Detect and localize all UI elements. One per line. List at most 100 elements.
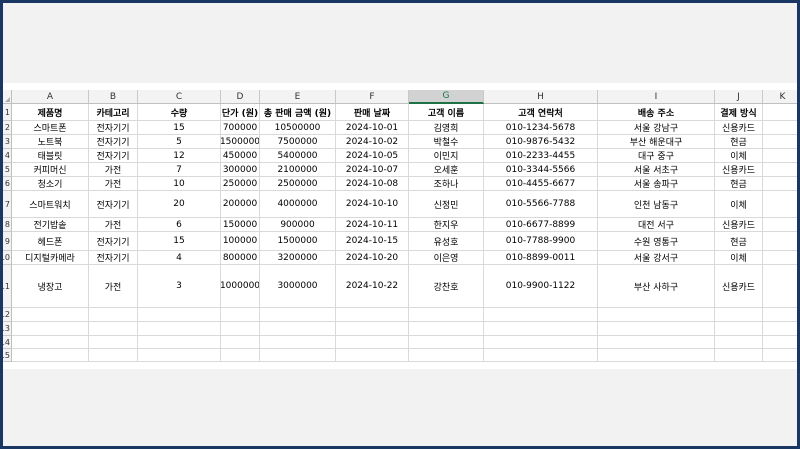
data-cell[interactable] xyxy=(336,336,409,349)
row-header-13[interactable]: 13 xyxy=(3,322,12,336)
data-cell[interactable] xyxy=(763,218,797,232)
data-cell[interactable]: 3200000 xyxy=(260,251,336,265)
data-cell[interactable] xyxy=(221,322,260,336)
data-cell[interactable]: 신용카드 xyxy=(715,163,763,177)
data-cell[interactable]: 전자기기 xyxy=(89,135,138,149)
data-cell[interactable] xyxy=(484,322,598,336)
data-cell[interactable]: 3 xyxy=(138,265,221,308)
data-cell[interactable] xyxy=(763,308,797,322)
data-cell[interactable] xyxy=(409,336,484,349)
data-cell[interactable]: 7 xyxy=(138,163,221,177)
data-cell[interactable] xyxy=(336,322,409,336)
data-cell[interactable]: 010-9900-1122 xyxy=(484,265,598,308)
data-cell[interactable]: 스마트워치 xyxy=(12,191,89,218)
data-cell[interactable] xyxy=(598,322,715,336)
data-cell[interactable]: 2500000 xyxy=(260,177,336,191)
data-cell[interactable] xyxy=(138,349,221,362)
data-cell[interactable]: 10500000 xyxy=(260,121,336,135)
data-cell[interactable]: 태블릿 xyxy=(12,149,89,163)
data-cell[interactable]: 전기밥솥 xyxy=(12,218,89,232)
column-header-d[interactable]: D xyxy=(221,90,260,104)
data-cell[interactable]: 010-6677-8899 xyxy=(484,218,598,232)
data-cell[interactable]: 신용카드 xyxy=(715,218,763,232)
data-cell[interactable] xyxy=(598,336,715,349)
data-cell[interactable]: 4000000 xyxy=(260,191,336,218)
data-cell[interactable] xyxy=(89,349,138,362)
header-cell[interactable]: 판매 날짜 xyxy=(336,104,409,121)
data-cell[interactable] xyxy=(484,349,598,362)
data-cell[interactable]: 전자기기 xyxy=(89,251,138,265)
data-cell[interactable]: 5400000 xyxy=(260,149,336,163)
data-cell[interactable]: 010-9876-5432 xyxy=(484,135,598,149)
data-cell[interactable]: 7500000 xyxy=(260,135,336,149)
data-cell[interactable]: 한지우 xyxy=(409,218,484,232)
column-header-f[interactable]: F xyxy=(336,90,409,104)
column-header-c[interactable]: C xyxy=(138,90,221,104)
data-cell[interactable] xyxy=(763,121,797,135)
row-header-4[interactable]: 4 xyxy=(3,149,12,163)
data-cell[interactable] xyxy=(138,308,221,322)
data-cell[interactable]: 신용카드 xyxy=(715,121,763,135)
data-cell[interactable] xyxy=(260,322,336,336)
data-cell[interactable] xyxy=(89,308,138,322)
data-cell[interactable] xyxy=(763,177,797,191)
row-header-6[interactable]: 6 xyxy=(3,177,12,191)
data-cell[interactable]: 이민지 xyxy=(409,149,484,163)
header-cell[interactable]: 수량 xyxy=(138,104,221,121)
data-cell[interactable]: 450000 xyxy=(221,149,260,163)
column-header-e[interactable]: E xyxy=(260,90,336,104)
data-cell[interactable]: 전자기기 xyxy=(89,149,138,163)
data-cell[interactable]: 김영희 xyxy=(409,121,484,135)
data-cell[interactable]: 이체 xyxy=(715,251,763,265)
data-cell[interactable] xyxy=(715,322,763,336)
data-cell[interactable] xyxy=(260,336,336,349)
data-cell[interactable]: 800000 xyxy=(221,251,260,265)
data-cell[interactable]: 2024-10-05 xyxy=(336,149,409,163)
data-cell[interactable]: 2024-10-01 xyxy=(336,121,409,135)
data-cell[interactable]: 15 xyxy=(138,121,221,135)
data-cell[interactable]: 2024-10-11 xyxy=(336,218,409,232)
data-cell[interactable] xyxy=(89,322,138,336)
data-cell[interactable] xyxy=(409,322,484,336)
data-cell[interactable]: 3000000 xyxy=(260,265,336,308)
data-cell[interactable]: 가전 xyxy=(89,163,138,177)
data-cell[interactable]: 현금 xyxy=(715,177,763,191)
row-header-2[interactable]: 2 xyxy=(3,121,12,135)
data-cell[interactable] xyxy=(763,336,797,349)
data-cell[interactable] xyxy=(89,336,138,349)
data-cell[interactable]: 010-8899-0011 xyxy=(484,251,598,265)
data-cell[interactable]: 20 xyxy=(138,191,221,218)
data-cell[interactable] xyxy=(763,349,797,362)
column-header-j[interactable]: J xyxy=(715,90,763,104)
data-cell[interactable] xyxy=(763,251,797,265)
data-cell[interactable]: 1500000 xyxy=(260,232,336,251)
data-cell[interactable]: 헤드폰 xyxy=(12,232,89,251)
data-cell[interactable]: 010-4455-6677 xyxy=(484,177,598,191)
data-cell[interactable]: 오세훈 xyxy=(409,163,484,177)
data-cell[interactable]: 대전 서구 xyxy=(598,218,715,232)
data-cell[interactable]: 디지털카메라 xyxy=(12,251,89,265)
header-cell[interactable]: 결제 방식 xyxy=(715,104,763,121)
data-cell[interactable]: 2100000 xyxy=(260,163,336,177)
data-cell[interactable]: 현금 xyxy=(715,135,763,149)
data-cell[interactable]: 2024-10-10 xyxy=(336,191,409,218)
data-cell[interactable]: 노트북 xyxy=(12,135,89,149)
row-header-15[interactable]: 15 xyxy=(3,349,12,362)
data-cell[interactable] xyxy=(12,322,89,336)
data-cell[interactable]: 수원 영통구 xyxy=(598,232,715,251)
data-cell[interactable] xyxy=(715,349,763,362)
data-cell[interactable]: 박철수 xyxy=(409,135,484,149)
data-cell[interactable] xyxy=(138,336,221,349)
row-header-14[interactable]: 14 xyxy=(3,336,12,349)
select-all-corner[interactable] xyxy=(3,90,12,104)
header-cell[interactable]: 카테고리 xyxy=(89,104,138,121)
data-cell[interactable]: 전자기기 xyxy=(89,232,138,251)
data-cell[interactable]: 4 xyxy=(138,251,221,265)
data-cell[interactable]: 스마트폰 xyxy=(12,121,89,135)
data-cell[interactable] xyxy=(260,308,336,322)
header-cell[interactable]: 고객 이름 xyxy=(409,104,484,121)
data-cell[interactable]: 신용카드 xyxy=(715,265,763,308)
data-cell[interactable]: 250000 xyxy=(221,177,260,191)
row-header-11[interactable]: 11 xyxy=(3,265,12,308)
data-cell[interactable]: 2024-10-07 xyxy=(336,163,409,177)
